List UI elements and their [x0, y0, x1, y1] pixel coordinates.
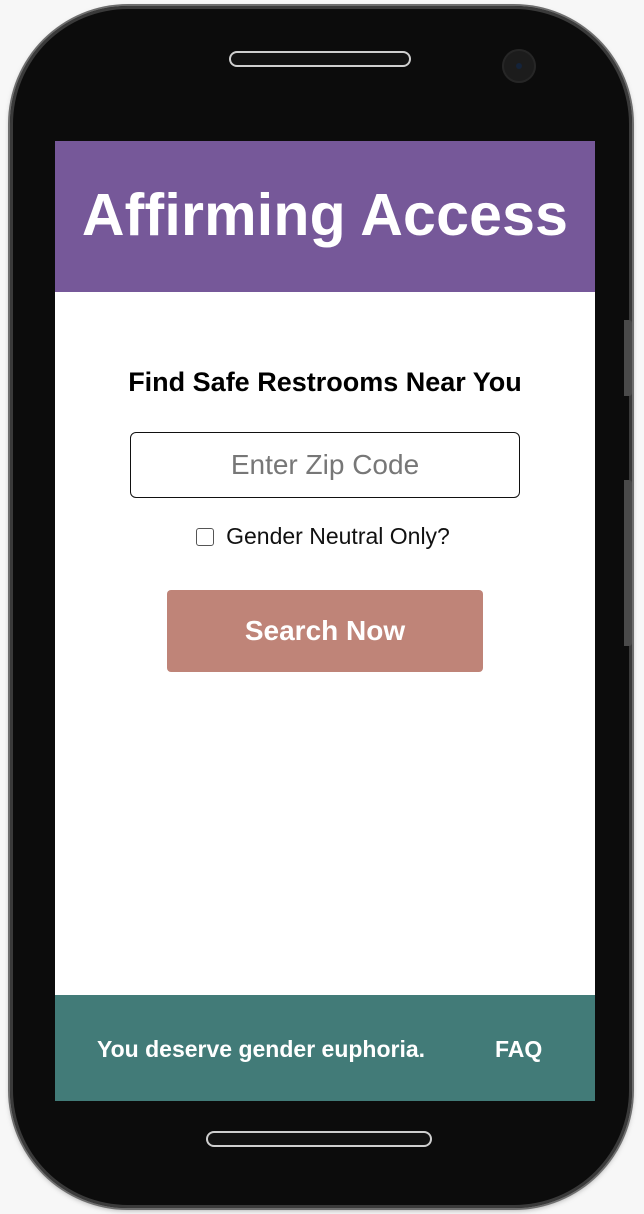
app-header: Affirming Access	[55, 141, 595, 292]
bottom-speaker	[208, 1133, 430, 1145]
phone-frame: Affirming Access Find Safe Restrooms Nea…	[10, 6, 632, 1208]
front-camera-icon	[502, 49, 536, 83]
app-footer: You deserve gender euphoria. FAQ	[55, 995, 595, 1101]
footer-tagline: You deserve gender euphoria.	[97, 1036, 426, 1062]
app-screen: Affirming Access Find Safe Restrooms Nea…	[55, 141, 595, 1101]
power-button	[624, 480, 632, 646]
volume-button	[624, 320, 632, 396]
gender-neutral-row[interactable]: Gender Neutral Only?	[55, 523, 595, 550]
search-heading: Find Safe Restrooms Near You	[128, 367, 522, 397]
search-now-button[interactable]: Search Now	[167, 590, 483, 672]
checkbox-unchecked-icon[interactable]	[196, 527, 215, 546]
app-title: Affirming Access	[81, 181, 569, 248]
earpiece-speaker	[231, 53, 409, 65]
faq-link[interactable]: FAQ	[495, 1036, 542, 1063]
zip-code-input[interactable]	[130, 432, 520, 498]
gender-neutral-label[interactable]: Gender Neutral Only?	[226, 523, 450, 550]
